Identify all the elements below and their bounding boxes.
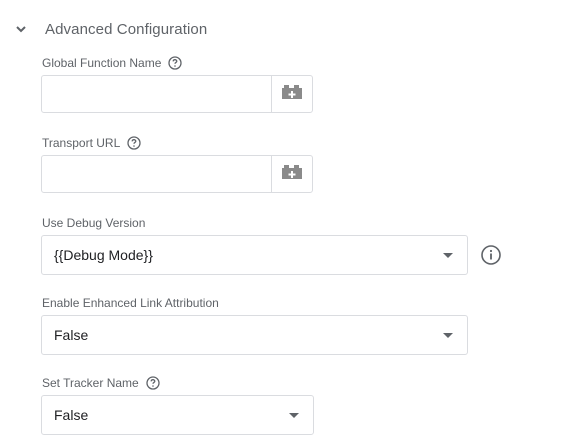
enhanced-link-attribution-value: False <box>54 327 89 343</box>
section-title: Advanced Configuration <box>45 20 208 38</box>
dropdown-arrow-icon <box>289 412 299 418</box>
help-circle-icon[interactable] <box>168 56 183 70</box>
variable-picker-button[interactable] <box>271 76 312 112</box>
enhanced-link-attribution-label: Enable Enhanced Link Attribution <box>42 295 219 311</box>
enhanced-link-attribution-label-text: Enable Enhanced Link Attribution <box>42 296 219 310</box>
dropdown-arrow-icon <box>443 332 453 338</box>
info-icon[interactable] <box>480 244 502 266</box>
variable-brick-icon <box>280 84 304 105</box>
use-debug-version-select[interactable]: {{Debug Mode}} <box>41 235 468 275</box>
transport-url-label-text: Transport URL <box>42 136 121 150</box>
use-debug-version-label: Use Debug Version <box>42 215 145 231</box>
variable-brick-icon <box>280 164 304 185</box>
enhanced-link-attribution-select[interactable]: False <box>41 315 468 355</box>
use-debug-version-label-text: Use Debug Version <box>42 216 146 230</box>
help-circle-icon[interactable] <box>127 136 141 150</box>
chevron-down-icon[interactable] <box>12 20 30 38</box>
dropdown-arrow-icon <box>443 252 453 258</box>
advanced-configuration-header[interactable]: Advanced Configuration <box>12 16 207 42</box>
set-tracker-name-label-text: Set Tracker Name <box>42 376 139 390</box>
global-function-name-label: Global Function Name <box>42 55 183 71</box>
transport-url-field <box>41 155 313 193</box>
help-circle-icon[interactable] <box>146 376 160 390</box>
global-function-name-field <box>41 75 313 113</box>
set-tracker-name-value: False <box>54 407 89 423</box>
set-tracker-name-select[interactable]: False <box>41 395 314 435</box>
global-function-name-input[interactable] <box>42 76 271 112</box>
set-tracker-name-label: Set Tracker Name <box>42 375 160 391</box>
transport-url-input[interactable] <box>42 156 271 192</box>
use-debug-version-value: {{Debug Mode}} <box>54 247 153 263</box>
transport-url-label: Transport URL <box>42 135 141 151</box>
variable-picker-button[interactable] <box>271 156 312 192</box>
global-function-name-label-text: Global Function Name <box>42 56 162 70</box>
